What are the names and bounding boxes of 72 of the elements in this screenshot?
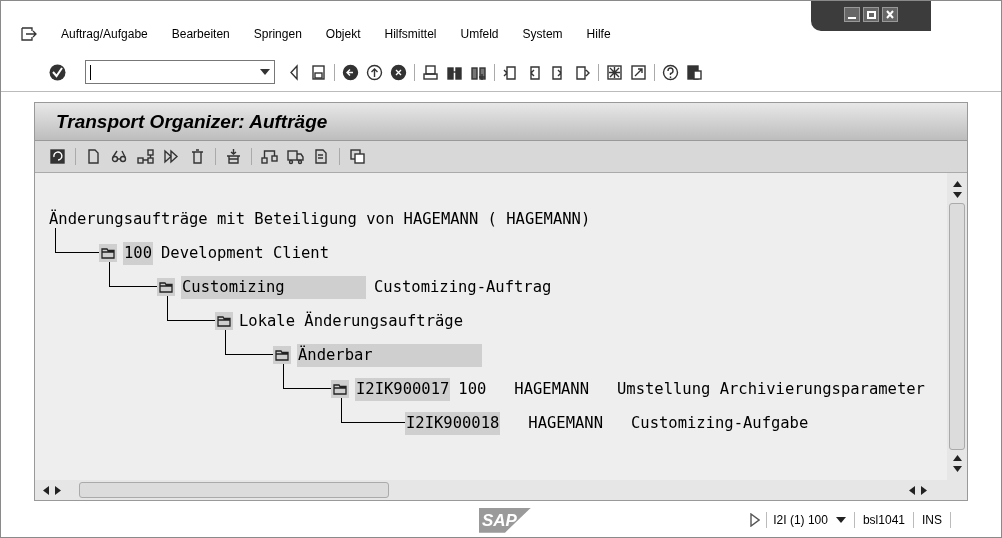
scroll-left-icon[interactable] — [909, 485, 915, 495]
close-icon[interactable] — [882, 7, 898, 22]
server-name: bsl1041 — [862, 512, 905, 530]
tree-node-text: Development Client — [161, 242, 329, 264]
dropdown-icon[interactable] — [260, 69, 270, 76]
new-document-icon[interactable] — [85, 148, 102, 166]
scroll-thumb[interactable] — [79, 482, 389, 499]
minimize-icon[interactable] — [844, 7, 860, 22]
tree-node-key[interactable]: I2IK900018 — [405, 411, 501, 435]
input-mode: INS — [922, 512, 942, 530]
tree-node-text: 100 — [458, 378, 487, 400]
horizontal-scrollbar[interactable] — [35, 480, 947, 501]
scroll-left-icon[interactable] — [43, 485, 49, 495]
folder-icon[interactable] — [157, 278, 175, 297]
refresh-icon[interactable] — [49, 148, 66, 166]
logo: SAP — [479, 507, 531, 533]
tree-node-text: Customizing-Aufgabe — [631, 412, 809, 434]
check-icon[interactable] — [49, 63, 66, 81]
forward-icon[interactable] — [163, 148, 180, 166]
layout-icon[interactable] — [686, 63, 703, 81]
menu-item[interactable]: Bearbeiten — [171, 24, 230, 43]
hierarchy-icon[interactable] — [137, 148, 154, 166]
scroll-thumb[interactable] — [949, 203, 965, 451]
last-page-icon[interactable] — [574, 63, 591, 81]
menu-item[interactable]: Objekt — [325, 24, 361, 43]
help-icon[interactable] — [662, 63, 679, 81]
menu-item[interactable]: Umfeld — [460, 24, 499, 43]
save-icon[interactable] — [310, 63, 327, 81]
tree-root-text: Änderungsaufträge mit Beteiligung von HAGEMANN ( HAGEMANN) — [49, 208, 591, 230]
folder-icon[interactable] — [99, 244, 117, 263]
menu-item[interactable]: Springen — [253, 24, 302, 43]
scroll-down-icon[interactable] — [952, 192, 962, 199]
tree-node-key[interactable]: Customizing — [181, 275, 366, 299]
tree-node-text: HAGEMANN — [514, 378, 589, 400]
menu-item[interactable]: Hilfsmittel — [384, 24, 437, 43]
connection-icon[interactable] — [261, 148, 278, 166]
menu-item[interactable]: Auftrag/Aufgabe — [61, 24, 148, 43]
new-session-icon[interactable] — [606, 63, 623, 81]
tree-node-key[interactable]: I2IK900017 — [355, 377, 451, 401]
menu-item[interactable]: System — [522, 24, 563, 43]
menu-icon[interactable] — [21, 26, 37, 41]
dropdown-icon[interactable] — [835, 517, 846, 524]
system-info: I2I (1) 100 — [773, 512, 828, 530]
scroll-right-icon[interactable] — [55, 485, 61, 495]
scroll-down-icon[interactable] — [952, 466, 962, 473]
copy-icon[interactable] — [349, 148, 366, 166]
trash-icon[interactable] — [189, 148, 206, 166]
tree-node-label[interactable]: Lokale Änderungsaufträge — [239, 309, 463, 333]
document-edit-icon[interactable] — [313, 148, 330, 166]
print-icon[interactable] — [422, 63, 439, 81]
cancel-icon[interactable] — [390, 63, 407, 81]
command-field[interactable] — [85, 60, 275, 85]
play-icon[interactable] — [750, 513, 761, 528]
first-page-icon[interactable] — [502, 63, 519, 81]
shortcut-icon[interactable] — [630, 63, 647, 81]
tree-node-key[interactable]: Änderbar — [297, 343, 482, 367]
scroll-up-icon[interactable] — [952, 455, 962, 462]
truck-icon[interactable] — [287, 148, 304, 166]
menu-item[interactable]: Hilfe — [586, 24, 611, 43]
screen-title: Transport Organizer: Aufträge — [56, 109, 328, 134]
folder-icon[interactable] — [215, 312, 233, 331]
tree-node-key[interactable]: 100 — [123, 241, 153, 265]
folder-icon[interactable] — [273, 346, 291, 365]
scroll-up-icon[interactable] — [952, 181, 962, 188]
tree-node-text: Umstellung Archivierungsparameter — [617, 378, 925, 400]
scroll-right-icon[interactable] — [921, 485, 927, 495]
tree-node-text: Customizing-Auftrag — [374, 276, 552, 298]
vertical-scrollbar[interactable] — [947, 173, 967, 501]
tree-node-text: HAGEMANN — [528, 412, 603, 434]
import-icon[interactable] — [225, 148, 242, 166]
folder-icon[interactable] — [331, 380, 349, 399]
maximize-icon[interactable] — [863, 7, 879, 22]
